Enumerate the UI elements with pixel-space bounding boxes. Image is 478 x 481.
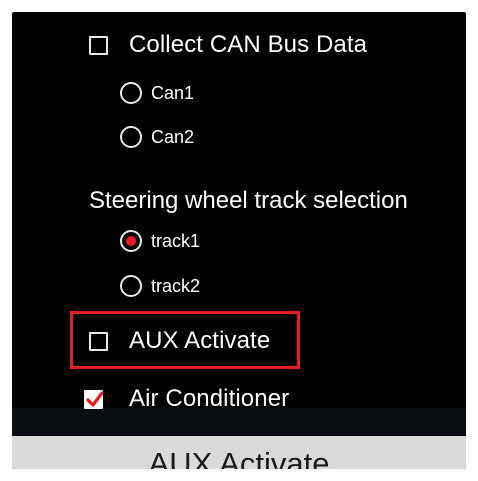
track2-label: track2 [151, 275, 201, 296]
can2-option[interactable]: Can2 [120, 126, 194, 148]
can1-label: Can1 [151, 82, 195, 103]
can2-label: Can2 [151, 126, 195, 147]
can2-radio[interactable] [120, 126, 142, 148]
aux-activate-label: AUX Activate [129, 327, 271, 354]
track1-option[interactable]: track1 [120, 230, 200, 252]
track2-radio[interactable] [120, 275, 142, 297]
can1-option[interactable]: Can1 [120, 82, 194, 104]
track1-radio[interactable] [120, 230, 142, 252]
can1-radio[interactable] [120, 82, 142, 104]
collect-can-bus-option[interactable]: Collect CAN Bus Data [89, 31, 367, 59]
settings-panel: Collect CAN Bus Data Can1 Can2 Steering … [12, 12, 466, 469]
track1-label: track1 [151, 230, 201, 251]
air-conditioner-checkbox[interactable] [84, 389, 104, 409]
air-conditioner-option[interactable]: Air Conditioner [84, 385, 289, 413]
air-conditioner-label: Air Conditioner [129, 385, 290, 412]
steering-track-heading: Steering wheel track selection [89, 187, 408, 214]
aux-activate-checkbox[interactable] [89, 331, 108, 351]
checkmark-icon [86, 390, 104, 407]
collect-can-bus-checkbox[interactable] [89, 35, 108, 55]
collect-can-bus-label: Collect CAN Bus Data [129, 31, 368, 58]
caption-bar: AUX Activate [12, 436, 466, 469]
aux-activate-option[interactable]: AUX Activate [89, 327, 270, 355]
track2-option[interactable]: track2 [120, 275, 200, 297]
